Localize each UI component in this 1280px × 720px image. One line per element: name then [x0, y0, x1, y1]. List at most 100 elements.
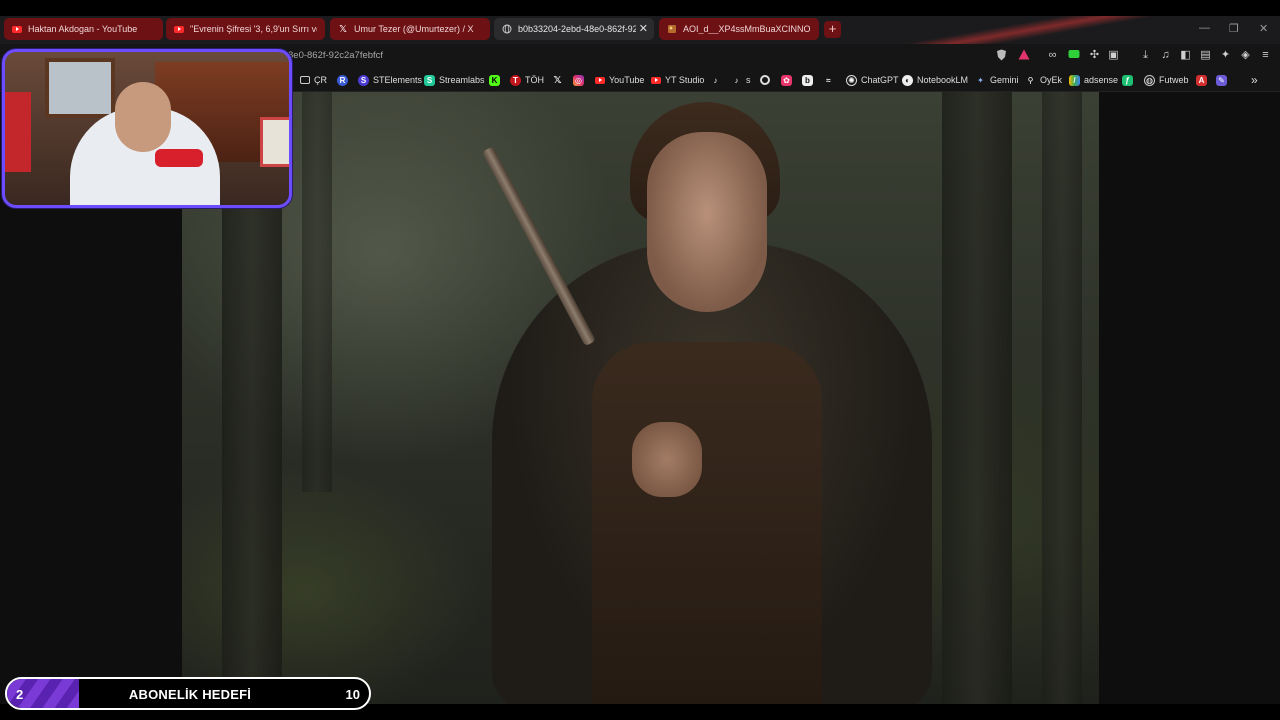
- bookmark-toh[interactable]: T TÖH: [510, 73, 544, 87]
- globe-icon: ◍: [1144, 74, 1155, 86]
- bookmark-folder-cr[interactable]: ÇR: [300, 73, 327, 87]
- url-text[interactable]: 8e0-862f-92c2a7febfcf: [288, 50, 383, 61]
- bookmark-purple[interactable]: ✎: [1216, 73, 1231, 87]
- bookmark-label: Gemini: [990, 75, 1019, 85]
- bookmark-label: Futweb: [1159, 75, 1189, 85]
- youtube-icon: [12, 24, 22, 34]
- bookmark-gemini[interactable]: ✦ Gemini: [975, 73, 1019, 87]
- x-icon: 𝕏: [338, 23, 348, 35]
- instagram-icon: ◎: [573, 74, 584, 86]
- tree-trunk: [1042, 92, 1082, 704]
- bookmarks-overflow-button[interactable]: »: [1251, 73, 1258, 87]
- leo-ai-icon[interactable]: ✦: [1219, 49, 1232, 62]
- menu-icon[interactable]: ≡: [1259, 49, 1272, 62]
- tab-title: Haktan Akdogan - YouTube: [28, 24, 138, 34]
- pdf-icon: A: [1196, 74, 1207, 86]
- circle-icon: [760, 75, 770, 85]
- bookmark-label: OyEk: [1040, 75, 1063, 85]
- bookmark-label: s: [746, 75, 751, 85]
- new-tab-button[interactable]: +: [824, 21, 841, 38]
- bookmark-label: YT Studio: [665, 75, 705, 85]
- bookmark-streamlabs[interactable]: S Streamlabs: [424, 73, 485, 87]
- kick-icon: K: [489, 74, 500, 86]
- bookmark-chatgpt[interactable]: ✺ ChatGPT: [846, 73, 899, 87]
- window-close-icon[interactable]: ✕: [1259, 22, 1268, 35]
- purple-icon: ✎: [1216, 74, 1227, 86]
- room-red-wall: [5, 92, 31, 172]
- bookmark-label: ÇR: [314, 75, 327, 85]
- ranger-figure: [482, 92, 942, 704]
- tab-title: "Evrenin Şifresi '3, 6,9'un Sırrı ve Zer…: [190, 24, 317, 34]
- x-icon: 𝕏: [553, 74, 562, 86]
- folder-icon: [300, 76, 310, 84]
- tree-trunk: [942, 92, 1012, 704]
- extension-glasses-icon[interactable]: ∞: [1046, 49, 1059, 62]
- bookmark-label: ChatGPT: [861, 75, 899, 85]
- bookmark-label: STElements: [373, 75, 423, 85]
- tree-trunk: [302, 92, 332, 492]
- toh-icon: T: [510, 74, 521, 86]
- brave-shield-icon[interactable]: [995, 49, 1008, 62]
- tab-title: AOI_d__XP4ssMmBuaXCINNOP6XBC: [683, 24, 811, 34]
- goal-max: 10: [345, 687, 360, 702]
- bookmark-oyek[interactable]: ⚲ OyEk: [1025, 73, 1062, 87]
- wallet-icon[interactable]: ▤: [1199, 49, 1212, 62]
- bookmark-green[interactable]: ƒ: [1122, 73, 1137, 87]
- extensions-puzzle-icon[interactable]: ✣: [1088, 49, 1101, 62]
- b-icon: b: [802, 74, 813, 86]
- bookmark-adsense[interactable]: / adsense: [1069, 73, 1118, 87]
- image-icon: [667, 24, 677, 34]
- minimize-icon[interactable]: —: [1199, 22, 1210, 34]
- tiktok-icon: ♪: [713, 75, 718, 85]
- goal-label: ABONELİK HEDEFİ: [128, 687, 252, 702]
- close-tab-icon[interactable]: ✕: [639, 22, 648, 35]
- bookmark-r[interactable]: R: [337, 73, 352, 87]
- z-icon: ≈: [826, 75, 831, 85]
- r-icon: R: [337, 74, 348, 86]
- bookmark-notebooklm[interactable]: ◐ NotebookLM: [902, 73, 968, 87]
- bookmark-label: TÖH: [525, 75, 544, 85]
- microphone: [155, 149, 203, 167]
- room-window: [45, 58, 115, 118]
- music-icon[interactable]: ♫: [1159, 49, 1172, 62]
- bookmark-pdf[interactable]: A: [1196, 73, 1211, 87]
- youtube-icon: [594, 75, 605, 86]
- bookmark-pink[interactable]: ✿: [781, 73, 796, 87]
- bookmark-z[interactable]: ≈: [823, 73, 838, 87]
- extension-green-icon[interactable]: [1067, 49, 1080, 62]
- screenshot-icon[interactable]: ▣: [1107, 49, 1120, 62]
- tiktok-icon: ♪: [734, 75, 739, 85]
- bookmark-instagram[interactable]: ◎: [573, 73, 588, 87]
- tab-evrenin-sifresi[interactable]: "Evrenin Şifresi '3, 6,9'un Sırrı ve Zer…: [166, 18, 325, 40]
- bookmark-futweb[interactable]: ◍ Futweb: [1144, 73, 1189, 87]
- download-icon[interactable]: ⤓: [1139, 49, 1152, 62]
- bookmark-tiktok[interactable]: ♪: [710, 73, 725, 87]
- bookmark-label: adsense: [1084, 75, 1119, 85]
- tab-bar: Haktan Akdogan - YouTube "Evrenin Şifres…: [0, 16, 1280, 44]
- tab-title: Umur Tezer (@Umurtezer) / X: [354, 24, 474, 34]
- bookmark-stelements[interactable]: S STElements: [358, 73, 422, 87]
- bookmark-yt-studio[interactable]: YT Studio: [650, 73, 704, 87]
- face: [647, 132, 767, 312]
- bookmark-kick[interactable]: K: [489, 73, 504, 87]
- restore-icon[interactable]: ❐: [1229, 22, 1239, 35]
- brave-rewards-icon[interactable]: [1017, 49, 1030, 62]
- sidebar-icon[interactable]: ◧: [1179, 49, 1192, 62]
- subscriber-goal-widget: 2 ABONELİK HEDEFİ 10: [5, 677, 371, 710]
- top-border: [0, 0, 1280, 16]
- tab-active-image[interactable]: b0b33204-2ebd-48e0-862f-92c2 ✕: [494, 18, 654, 40]
- vpn-icon[interactable]: ◈: [1239, 49, 1252, 62]
- green-icon: ƒ: [1122, 74, 1133, 86]
- tab-umur-tezer-x[interactable]: 𝕏 Umur Tezer (@Umurtezer) / X: [330, 18, 490, 40]
- bookmark-circle[interactable]: [760, 73, 774, 87]
- streamer-face: [115, 82, 171, 152]
- hand: [632, 422, 702, 497]
- youtube-icon: [174, 24, 184, 34]
- tab-title: b0b33204-2ebd-48e0-862f-92c2: [518, 24, 636, 34]
- bookmark-tiktok-s[interactable]: ♪ s: [731, 73, 751, 87]
- bookmark-youtube[interactable]: YouTube: [594, 73, 644, 87]
- tab-aoi-image[interactable]: AOI_d__XP4ssMmBuaXCINNOP6XBC: [659, 18, 819, 40]
- bookmark-x[interactable]: 𝕏: [552, 73, 567, 87]
- tab-haktan-youtube[interactable]: Haktan Akdogan - YouTube: [4, 18, 163, 40]
- bookmark-b[interactable]: b: [802, 73, 817, 87]
